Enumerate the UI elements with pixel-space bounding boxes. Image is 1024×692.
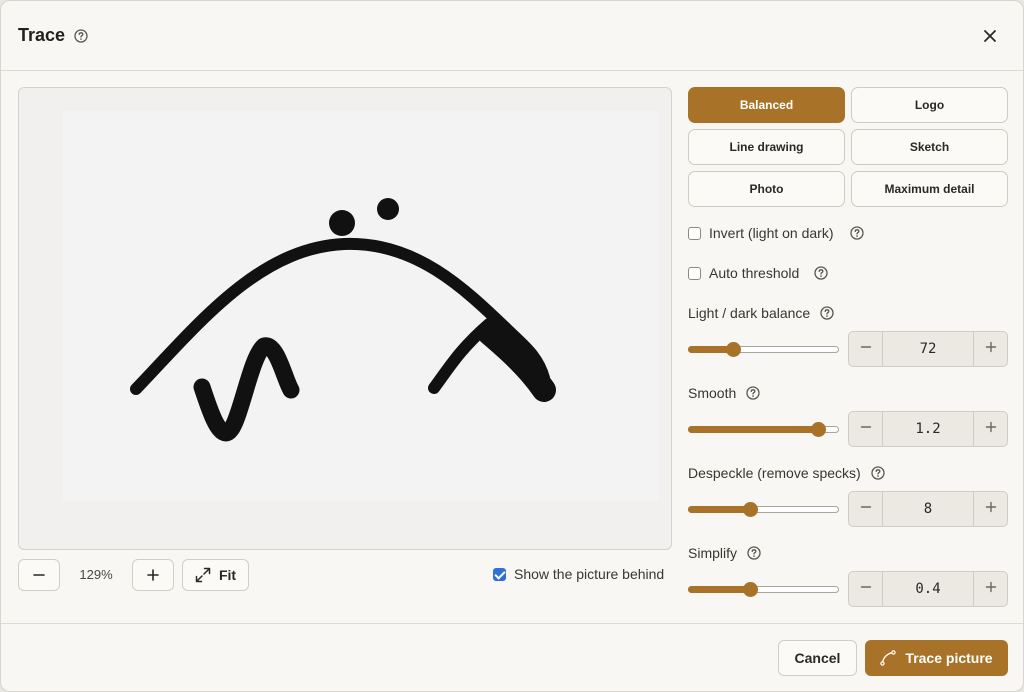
increment-button[interactable] <box>974 492 1007 526</box>
preset-logo[interactable]: Logo <box>851 87 1008 123</box>
smooth-stepper: 1.2 <box>848 411 1008 447</box>
invert-label: Invert (light on dark) <box>709 225 834 241</box>
fit-button[interactable]: Fit <box>182 559 249 591</box>
minus-icon <box>33 574 45 576</box>
invert-option[interactable]: Invert (light on dark) <box>688 225 864 241</box>
trace-preview-canvas[interactable] <box>18 87 672 550</box>
question-circle-icon[interactable] <box>747 546 761 560</box>
despeckle-slider[interactable] <box>688 501 839 517</box>
dialog-header: Trace <box>1 1 1023 71</box>
invert-checkbox[interactable] <box>688 226 701 240</box>
auto-threshold-option[interactable]: Auto threshold <box>688 265 828 281</box>
plus-icon <box>147 569 159 581</box>
zoom-out-button[interactable] <box>18 559 60 591</box>
preset-line-drawing[interactable]: Line drawing <box>688 129 845 165</box>
light-dark-balance-stepper: 72 <box>848 331 1008 367</box>
zoom-in-button[interactable] <box>132 559 174 591</box>
despeckle-label: Despeckle (remove specks) <box>688 465 861 481</box>
decrement-button[interactable] <box>849 332 882 366</box>
slider-fill <box>688 506 750 513</box>
auto-threshold-checkbox[interactable] <box>688 266 701 280</box>
question-circle-icon[interactable] <box>820 306 834 320</box>
slider-fill <box>688 586 750 593</box>
simplify-slider[interactable] <box>688 581 839 597</box>
smooth-label-row: Smooth <box>688 385 760 401</box>
slider-thumb[interactable] <box>726 342 741 357</box>
auto-threshold-label: Auto threshold <box>709 265 800 281</box>
fit-label: Fit <box>218 567 237 583</box>
zoom-level: 129% <box>79 567 113 582</box>
question-circle-icon[interactable] <box>849 226 864 240</box>
light-dark-balance-label-row: Light / dark balance <box>688 305 834 321</box>
simplify-label: Simplify <box>688 545 738 561</box>
trace-picture-button[interactable]: Trace picture <box>865 640 1008 676</box>
question-circle-icon[interactable] <box>74 29 88 43</box>
preset-sketch[interactable]: Sketch <box>851 129 1008 165</box>
smooth-value[interactable]: 1.2 <box>882 412 974 446</box>
light-dark-balance-value[interactable]: 72 <box>882 332 974 366</box>
smooth-slider[interactable] <box>688 421 839 437</box>
show-behind-checkbox[interactable] <box>493 567 506 581</box>
plus-icon <box>985 500 997 518</box>
increment-button[interactable] <box>974 412 1007 446</box>
decrement-button[interactable] <box>849 492 882 526</box>
question-circle-icon[interactable] <box>746 386 760 400</box>
smooth-label: Smooth <box>688 385 737 401</box>
bezier-curve-icon <box>880 650 897 666</box>
decrement-button[interactable] <box>849 572 882 606</box>
minus-icon <box>860 340 872 358</box>
expand-arrows-icon <box>195 567 211 583</box>
trace-dialog: Trace 129% Fit Show the picture behind B… <box>0 0 1024 692</box>
despeckle-value[interactable]: 8 <box>882 492 974 526</box>
question-circle-icon[interactable] <box>814 266 828 280</box>
light-dark-balance-slider[interactable] <box>688 341 839 357</box>
plus-icon <box>985 340 997 358</box>
trace-picture-label: Trace picture <box>905 650 993 666</box>
despeckle-stepper: 8 <box>848 491 1008 527</box>
slider-thumb[interactable] <box>811 422 826 437</box>
simplify-label-row: Simplify <box>688 545 761 561</box>
cancel-button[interactable]: Cancel <box>778 640 857 676</box>
despeckle-label-row: Despeckle (remove specks) <box>688 465 885 481</box>
decrement-button[interactable] <box>849 412 882 446</box>
light-dark-balance-label: Light / dark balance <box>688 305 811 321</box>
slider-fill <box>688 426 818 433</box>
minus-icon <box>860 420 872 438</box>
simplify-stepper: 0.4 <box>848 571 1008 607</box>
minus-icon <box>860 500 872 518</box>
preset-photo[interactable]: Photo <box>688 171 845 207</box>
show-behind-label: Show the picture behind <box>514 566 665 582</box>
plus-icon <box>985 420 997 438</box>
question-circle-icon[interactable] <box>871 466 885 480</box>
slider-thumb[interactable] <box>743 582 758 597</box>
preset-maximum-detail[interactable]: Maximum detail <box>851 171 1008 207</box>
slider-thumb[interactable] <box>743 502 758 517</box>
preset-balanced[interactable]: Balanced <box>688 87 845 123</box>
show-picture-behind-toggle[interactable]: Show the picture behind <box>493 566 664 582</box>
dialog-title: Trace <box>18 25 66 45</box>
simplify-value[interactable]: 0.4 <box>882 572 974 606</box>
minus-icon <box>860 580 872 598</box>
increment-button[interactable] <box>974 572 1007 606</box>
plus-icon <box>985 580 997 598</box>
close-icon[interactable] <box>978 24 1002 48</box>
increment-button[interactable] <box>974 332 1007 366</box>
traced-artwork <box>130 198 556 442</box>
